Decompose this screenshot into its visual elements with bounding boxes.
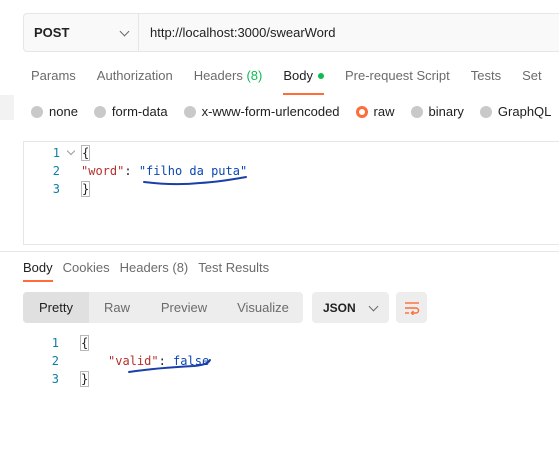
code-line-3: } bbox=[80, 370, 90, 388]
tab-headers-label: Headers bbox=[193, 68, 243, 83]
view-raw[interactable]: Raw bbox=[89, 292, 145, 323]
tab-test-results[interactable]: Test Results bbox=[198, 260, 269, 275]
code-line-1: { bbox=[80, 334, 90, 352]
view-preview[interactable]: Preview bbox=[145, 292, 223, 323]
radio-circle-icon bbox=[410, 105, 423, 118]
format-label: JSON bbox=[323, 300, 356, 315]
response-body-viewer: 1 2 3 { "valid": false } bbox=[23, 332, 559, 392]
code-line-2: "valid": false bbox=[108, 352, 209, 370]
tab-params[interactable]: Params bbox=[31, 68, 76, 88]
sidebar-edge bbox=[0, 95, 14, 120]
tab-response-headers-label: Headers bbox=[119, 260, 169, 275]
radio-label: binary bbox=[428, 104, 464, 119]
url-text: http://localhost:3000/swearWord bbox=[150, 25, 336, 40]
radio-label: raw bbox=[373, 104, 395, 119]
tab-body[interactable]: Body bbox=[283, 68, 324, 95]
line-number: 1 bbox=[52, 146, 60, 160]
request-body-editor[interactable]: 1 2 3 { "word": "filho da puta" } bbox=[23, 141, 559, 245]
tab-response-body[interactable]: Body bbox=[23, 260, 53, 282]
radio-circle-icon bbox=[183, 105, 196, 118]
radio-x-www-form-urlencoded[interactable]: x-www-form-urlencoded bbox=[183, 104, 340, 119]
tab-headers[interactable]: Headers (8) bbox=[194, 68, 263, 88]
radio-label: GraphQL bbox=[497, 104, 552, 119]
radio-circle-icon bbox=[31, 105, 43, 118]
chevron-down-icon bbox=[119, 26, 130, 36]
json-key: "valid" bbox=[108, 354, 159, 368]
close-brace: } bbox=[80, 371, 90, 387]
radio-selected-icon bbox=[355, 105, 368, 118]
wrap-lines-icon bbox=[404, 301, 419, 315]
tab-body-label: Body bbox=[283, 68, 313, 83]
line-number: 2 bbox=[51, 354, 59, 368]
url-input[interactable]: http://localhost:3000/swearWord bbox=[139, 14, 559, 51]
json-value: false bbox=[173, 354, 210, 368]
tab-pre-request-script[interactable]: Pre-request Script bbox=[345, 68, 450, 88]
panel-divider bbox=[0, 251, 559, 252]
radio-label: none bbox=[49, 104, 78, 119]
tab-authorization[interactable]: Authorization bbox=[97, 68, 173, 88]
tab-response-headers[interactable]: Headers (8) bbox=[120, 260, 189, 275]
fold-arrow-icon[interactable] bbox=[66, 146, 76, 156]
request-tabs: Params Authorization Headers (8) Body Pr… bbox=[31, 68, 559, 95]
code-line-3: } bbox=[81, 180, 91, 198]
json-colon: : bbox=[124, 164, 132, 178]
line-number: 3 bbox=[51, 372, 59, 386]
tab-headers-count: (8) bbox=[246, 68, 263, 83]
chevron-down-icon bbox=[368, 301, 379, 311]
radio-label: x-www-form-urlencoded bbox=[201, 104, 340, 119]
radio-form-data[interactable]: form-data bbox=[93, 104, 168, 119]
open-brace: { bbox=[81, 145, 91, 161]
close-brace: } bbox=[81, 181, 91, 197]
method-select[interactable]: POST bbox=[24, 14, 139, 51]
method-label: POST bbox=[34, 25, 70, 40]
radio-binary[interactable]: binary bbox=[410, 104, 464, 119]
code-line-2: "word": "filho da puta" bbox=[81, 162, 247, 180]
json-value: "filho da puta" bbox=[138, 164, 248, 178]
open-brace: { bbox=[80, 335, 90, 351]
radio-raw[interactable]: raw bbox=[355, 104, 395, 119]
radio-none[interactable]: none bbox=[31, 104, 78, 119]
view-visualize[interactable]: Visualize bbox=[223, 292, 303, 323]
request-url-bar: POST http://localhost:3000/swearWord bbox=[23, 13, 559, 52]
radio-graphql[interactable]: GraphQL bbox=[479, 104, 552, 119]
json-colon: : bbox=[158, 354, 166, 368]
wrap-lines-button[interactable] bbox=[396, 292, 427, 323]
json-key: "word" bbox=[81, 164, 125, 178]
view-pretty[interactable]: Pretty bbox=[23, 292, 89, 323]
radio-circle-icon bbox=[93, 105, 106, 118]
line-number: 3 bbox=[52, 182, 60, 196]
code-line-1: { bbox=[81, 144, 91, 162]
line-number: 2 bbox=[52, 164, 60, 178]
view-mode-segmented: Pretty Raw Preview Visualize bbox=[23, 292, 303, 323]
radio-label: form-data bbox=[111, 104, 168, 119]
tab-cookies[interactable]: Cookies bbox=[63, 260, 110, 275]
body-type-radios: none form-data x-www-form-urlencoded raw… bbox=[31, 104, 559, 119]
format-select[interactable]: JSON bbox=[312, 292, 389, 323]
body-active-dot-icon bbox=[317, 72, 324, 79]
radio-circle-icon bbox=[479, 105, 492, 118]
line-number: 1 bbox=[51, 336, 59, 350]
tab-response-headers-count: (8) bbox=[172, 260, 189, 275]
tab-settings[interactable]: Set bbox=[522, 68, 542, 88]
response-tabs: Body Cookies Headers (8) Test Results bbox=[23, 260, 279, 282]
tab-tests[interactable]: Tests bbox=[471, 68, 501, 88]
